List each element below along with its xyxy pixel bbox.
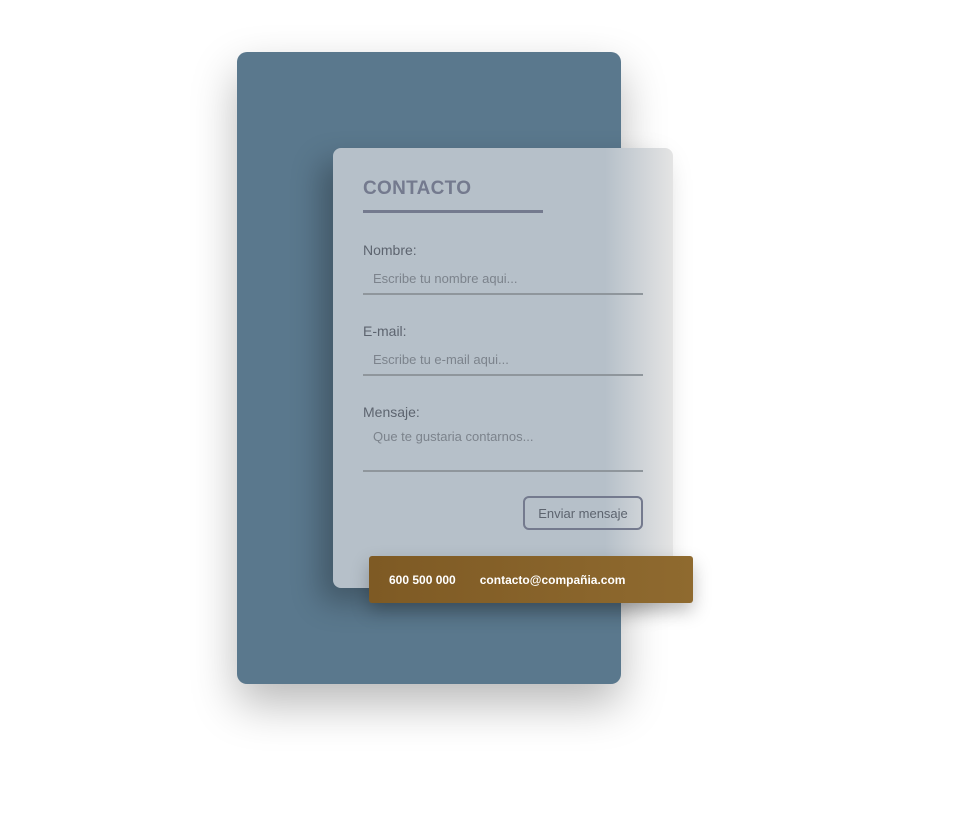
message-label: Mensaje: [363,404,420,420]
title-underline [363,210,543,213]
contact-phone: 600 500 000 [389,572,456,587]
contact-form-card: CONTACTO Nombre: E-mail: Mensaje: Enviar… [333,148,673,588]
send-message-button[interactable]: Enviar mensaje [523,496,643,530]
name-input[interactable] [363,264,643,295]
name-label: Nombre: [363,242,417,258]
contact-info-bar: 600 500 000 contacto@compañia.com [369,556,693,603]
form-title: CONTACTO [363,178,472,199]
email-label: E-mail: [363,323,407,339]
email-input[interactable] [363,345,643,376]
contact-email: contacto@compañia.com [479,572,626,587]
message-input[interactable] [363,426,643,472]
